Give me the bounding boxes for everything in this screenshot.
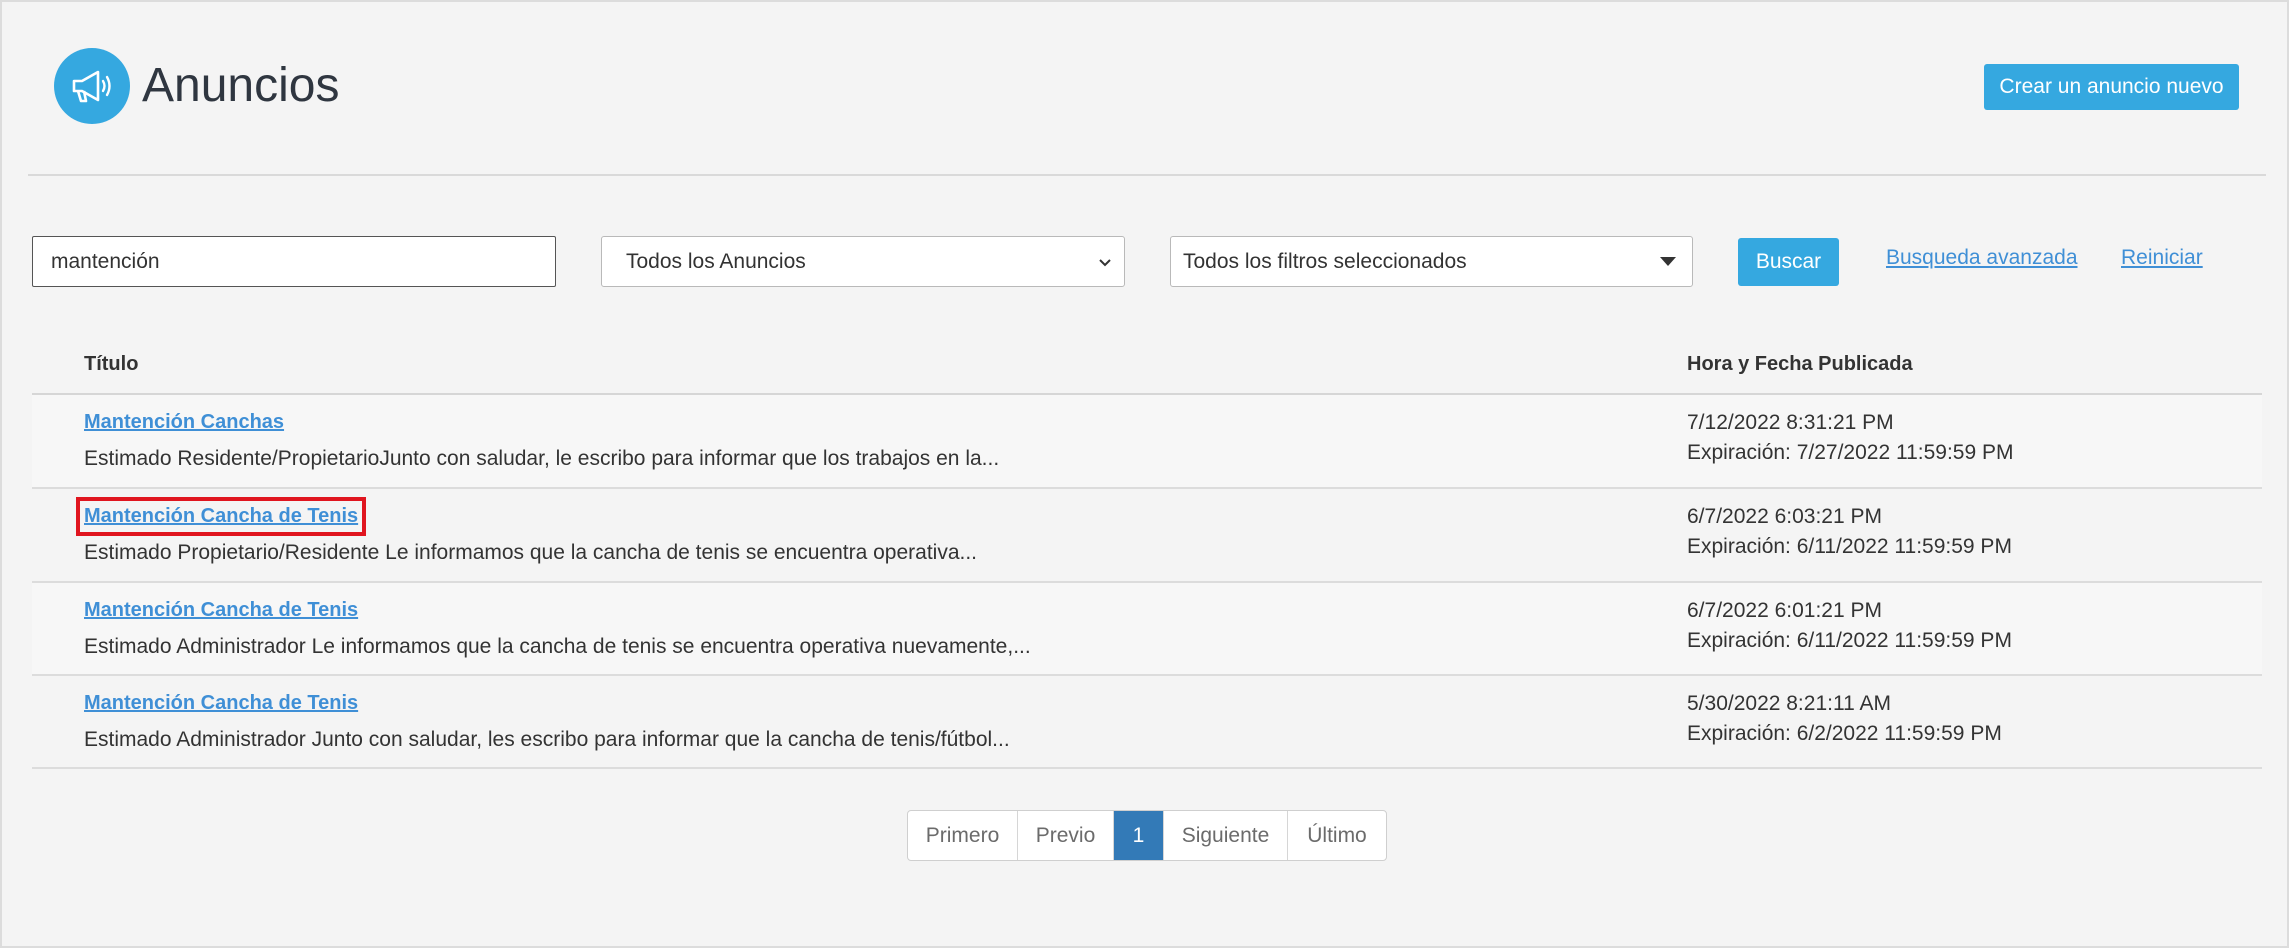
row-divider (32, 767, 2262, 769)
announcement-title-link[interactable]: Mantención Canchas (84, 411, 284, 434)
announcement-excerpt: Estimado Administrador Le informamos que… (84, 635, 1031, 658)
pagination-next[interactable]: Siguiente (1164, 811, 1288, 860)
announcement-type-select-value: Todos los Anuncios (626, 249, 806, 273)
announcement-excerpt: Estimado Propietario/Residente Le inform… (84, 541, 978, 564)
search-input[interactable] (32, 236, 556, 287)
column-header-published: Hora y Fecha Publicada (1687, 353, 1913, 375)
pagination-previous[interactable]: Previo (1018, 811, 1114, 860)
advanced-search-link[interactable]: Busqueda avanzada (1886, 246, 2078, 270)
expiry-datetime: Expiración: 6/11/2022 11:59:59 PM (1687, 535, 2012, 558)
expiry-datetime: Expiración: 6/11/2022 11:59:59 PM (1687, 629, 2012, 652)
announcement-title-link[interactable]: Mantención Cancha de Tenis (75, 497, 367, 536)
pagination-last[interactable]: Último (1288, 811, 1386, 860)
table-row: Mantención Canchas Estimado Residente/Pr… (32, 395, 2262, 487)
pagination-first[interactable]: Primero (908, 811, 1018, 860)
announcement-excerpt: Estimado Residente/PropietarioJunto con … (84, 447, 1000, 470)
reset-link[interactable]: Reiniciar (2121, 246, 2203, 270)
column-header-title: Título (84, 353, 139, 375)
announcement-type-select[interactable]: Todos los Anuncios (601, 236, 1125, 287)
page-frame: Anuncios Crear un anuncio nuevo Todos lo… (0, 0, 2289, 948)
table-row: Mantención Cancha de Tenis Estimado Admi… (32, 676, 2262, 768)
caret-down-icon (1660, 257, 1676, 266)
expiry-datetime: Expiración: 6/2/2022 11:59:59 PM (1687, 722, 2002, 745)
published-datetime: 6/7/2022 6:03:21 PM (1687, 505, 1882, 528)
filters-select[interactable]: Todos los filtros seleccionados (1170, 236, 1693, 287)
announcement-title-link[interactable]: Mantención Cancha de Tenis (84, 692, 358, 715)
published-datetime: 7/12/2022 8:31:21 PM (1687, 411, 1894, 434)
table-row: Mantención Cancha de Tenis Estimado Admi… (32, 583, 2262, 675)
pagination-page-current[interactable]: 1 (1114, 811, 1164, 860)
chevron-down-icon (1099, 259, 1111, 267)
filters-select-value: Todos los filtros seleccionados (1183, 249, 1467, 273)
megaphone-icon (54, 48, 130, 124)
search-button[interactable]: Buscar (1738, 238, 1839, 286)
announcement-title-link[interactable]: Mantención Cancha de Tenis (84, 599, 358, 622)
table-row: Mantención Cancha de Tenis Estimado Prop… (32, 489, 2262, 581)
expiry-datetime: Expiración: 7/27/2022 11:59:59 PM (1687, 441, 2014, 464)
page-title: Anuncios (142, 59, 340, 112)
announcement-excerpt: Estimado Administrador Junto con saludar… (84, 728, 1010, 751)
published-datetime: 5/30/2022 8:21:11 AM (1687, 692, 1891, 715)
pagination: Primero Previo 1 Siguiente Último (907, 810, 1387, 861)
header-divider (28, 174, 2266, 176)
create-announcement-button[interactable]: Crear un anuncio nuevo (1984, 64, 2239, 110)
published-datetime: 6/7/2022 6:01:21 PM (1687, 599, 1882, 622)
